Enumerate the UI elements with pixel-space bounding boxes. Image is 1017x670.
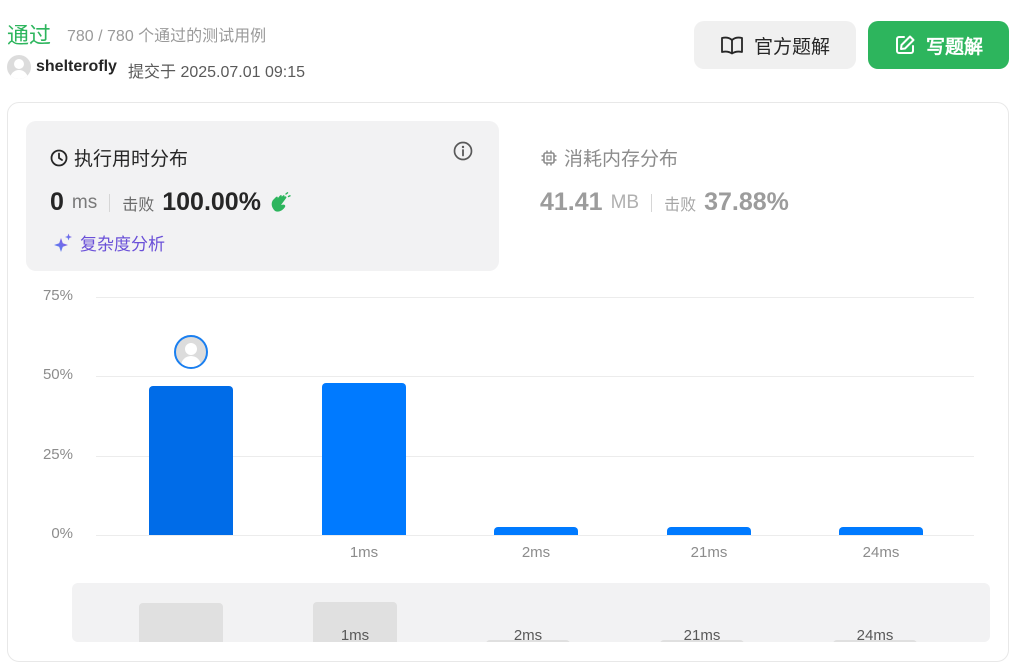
- memory-unit: MB: [610, 191, 640, 213]
- sparkle-icon: [54, 233, 72, 252]
- gridline: [96, 376, 974, 377]
- clapping-hands-icon: [271, 191, 291, 212]
- chip-icon: [541, 150, 557, 165]
- bar[interactable]: [322, 383, 406, 535]
- runtime-title-label: 执行用时分布: [74, 149, 189, 170]
- gridline: [96, 535, 974, 536]
- minimap-bar: [139, 603, 223, 642]
- official-solution-button[interactable]: 官方题解: [694, 21, 856, 69]
- bar-selected[interactable]: [149, 386, 233, 535]
- y-tick-label: 50%: [42, 366, 73, 383]
- x-tick-label: 24ms: [862, 544, 900, 561]
- gridline: [96, 297, 974, 298]
- complexity-analysis-link[interactable]: 复杂度分析: [52, 230, 165, 255]
- username-link[interactable]: shelterofly: [36, 58, 117, 76]
- minimap-label: 24ms: [856, 627, 894, 642]
- memory-title[interactable]: 消耗内存分布: [540, 144, 678, 171]
- my-submission-avatar: [174, 335, 208, 369]
- runtime-title: 执行用时分布: [50, 144, 188, 171]
- divider: [109, 193, 111, 212]
- memory-beat-value: 37.88%: [704, 188, 789, 216]
- runtime-unit: ms: [71, 191, 98, 213]
- complexity-label: 复杂度分析: [80, 235, 165, 254]
- user-avatar[interactable]: [7, 55, 31, 79]
- runtime-beat-label: 击败: [122, 196, 155, 214]
- minimap-label: 1ms: [340, 627, 370, 642]
- x-tick-label: 2ms: [521, 544, 551, 561]
- info-icon[interactable]: [453, 141, 473, 161]
- test-cases-summary: 780 / 780 个通过的测试用例: [67, 28, 267, 45]
- write-solution-button[interactable]: 写题解: [868, 21, 1009, 69]
- x-tick-label: 1ms: [349, 544, 379, 561]
- memory-value: 41.41: [540, 188, 603, 216]
- minimap-label: 21ms: [683, 627, 721, 642]
- runtime-stats: 0 ms 击败 100.00%: [50, 188, 291, 217]
- memory-beat-label: 击败: [664, 196, 697, 214]
- edit-icon: [895, 35, 915, 54]
- bar[interactable]: [667, 527, 751, 535]
- bar[interactable]: [839, 527, 923, 535]
- runtime-beat-value: 100.00%: [162, 188, 261, 216]
- x-tick-label: 21ms: [690, 544, 728, 561]
- memory-stats: 41.41 MB 击败 37.88%: [540, 188, 789, 217]
- official-solution-label: 官方题解: [753, 36, 830, 58]
- divider: [651, 193, 653, 212]
- y-tick-label: 25%: [42, 446, 73, 463]
- submitted-time: 提交于 2025.07.01 09:15: [128, 64, 306, 81]
- runtime-value: 0: [50, 188, 64, 216]
- y-tick-label: 75%: [42, 287, 73, 304]
- submission-status: 通过: [7, 23, 52, 48]
- chart-minimap[interactable]: 1ms 2ms 21ms 24ms: [72, 583, 990, 642]
- y-tick-label: 0%: [51, 525, 73, 542]
- minimap-label: 2ms: [513, 627, 543, 642]
- open-book-icon: [721, 36, 743, 55]
- bar[interactable]: [494, 527, 578, 535]
- clock-icon: [50, 149, 68, 166]
- memory-title-label: 消耗内存分布: [564, 149, 679, 170]
- write-solution-label: 写题解: [925, 36, 983, 58]
